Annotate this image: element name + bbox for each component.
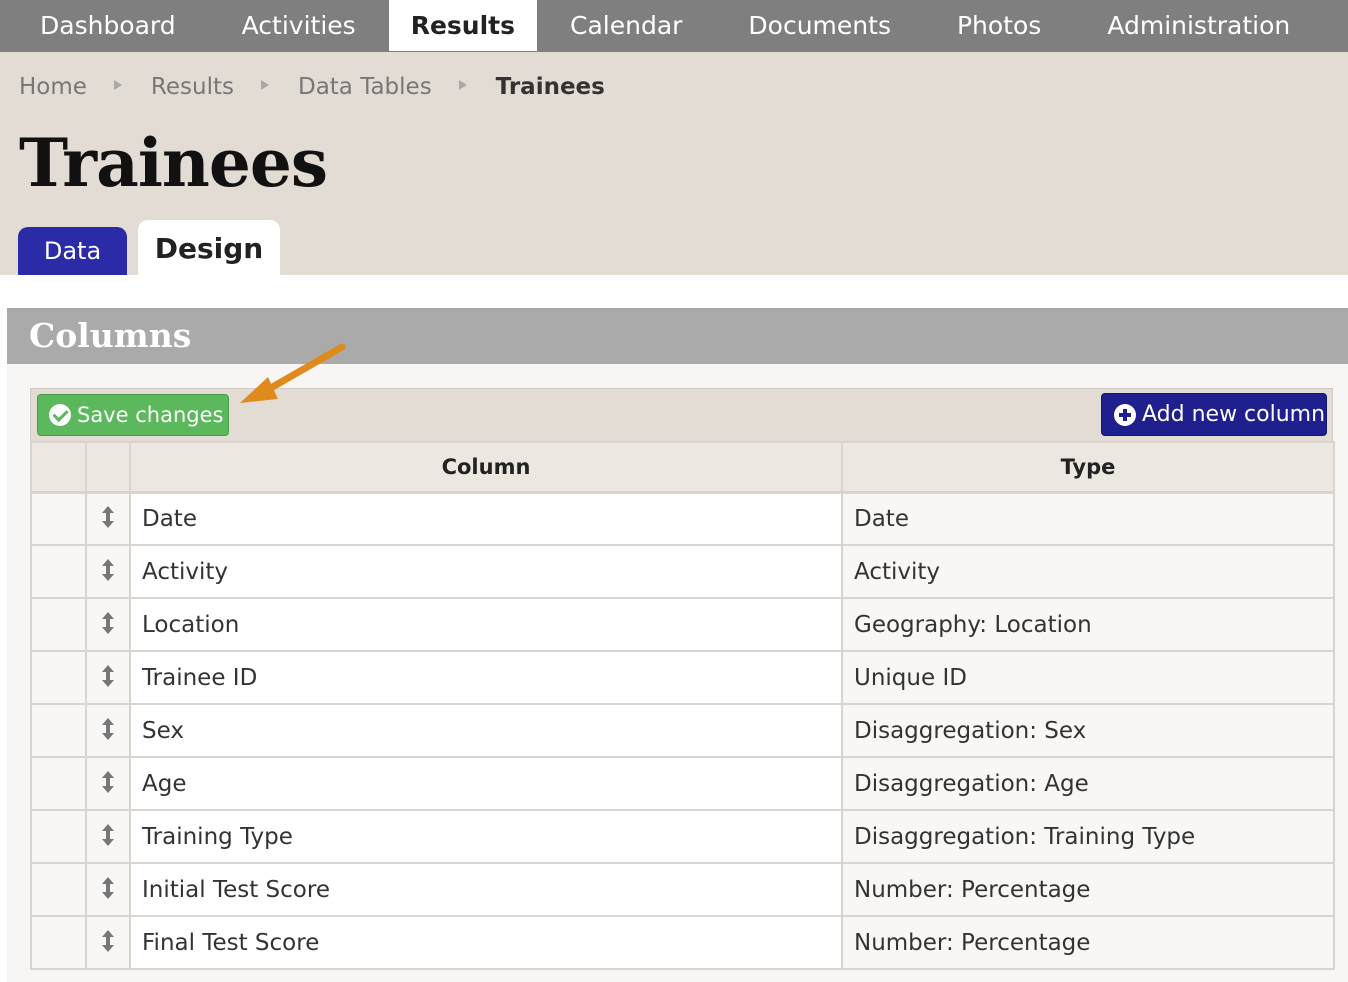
columns-panel: Columns Save changes Add new column Colu… [7,308,1348,982]
row-blank-cell [30,809,87,864]
breadcrumb-home[interactable]: Home [19,74,87,100]
table-row: Initial Test Score Number: Percentage [30,862,1335,917]
columns-table: Column Type Date Date Activity Activity … [30,441,1335,970]
column-type-cell: Unique ID [841,650,1335,705]
drag-handle[interactable] [85,756,131,811]
tab-data[interactable]: Data [18,227,127,275]
column-name-cell[interactable]: Date [129,491,843,546]
nav-item-results[interactable]: Results [388,0,537,51]
row-blank-cell [30,597,87,652]
row-blank-cell [30,544,87,599]
drag-handle-icon [101,559,115,581]
nav-item-activities[interactable]: Activities [209,0,389,52]
drag-handle-icon [101,930,115,952]
column-type-cell: Number: Percentage [841,862,1335,917]
page-title: Trainees [19,124,328,202]
check-circle-icon [49,404,71,426]
drag-handle-icon [101,824,115,846]
column-name-cell[interactable]: Trainee ID [129,650,843,705]
table-row: Age Disaggregation: Age [30,756,1335,811]
row-blank-cell [30,862,87,917]
table-row: Activity Activity [30,544,1335,599]
table-header-row: Column Type [30,441,1335,494]
column-name-cell[interactable]: Training Type [129,809,843,864]
table-row: Final Test Score Number: Percentage [30,915,1335,970]
drag-handle-icon [101,877,115,899]
plus-circle-icon [1114,403,1136,426]
header-column: Column [129,441,843,494]
drag-handle[interactable] [85,597,131,652]
row-blank-cell [30,491,87,546]
column-name-cell[interactable]: Final Test Score [129,915,843,970]
columns-toolbar: Save changes Add new column [30,388,1333,442]
pointer-arrow-icon [240,343,346,403]
column-name-cell[interactable]: Sex [129,703,843,758]
drag-handle[interactable] [85,544,131,599]
drag-handle[interactable] [85,862,131,917]
top-nav: Dashboard Activities Results Calendar Do… [0,0,1348,52]
breadcrumb-separator-icon [458,80,467,90]
drag-handle[interactable] [85,809,131,864]
header-handle [85,441,131,494]
column-type-cell: Date [841,491,1335,546]
column-name-cell[interactable]: Initial Test Score [129,862,843,917]
nav-item-dashboard[interactable]: Dashboard [0,0,209,52]
breadcrumb-separator-icon [113,80,122,90]
table-row: Training Type Disaggregation: Training T… [30,809,1335,864]
column-type-cell: Disaggregation: Age [841,756,1335,811]
row-blank-cell [30,703,87,758]
table-row: Date Date [30,491,1335,546]
nav-item-documents[interactable]: Documents [715,0,924,52]
breadcrumb-separator-icon [260,80,269,90]
add-new-column-button[interactable]: Add new column [1101,393,1327,436]
column-type-cell: Number: Percentage [841,915,1335,970]
drag-handle-icon [101,506,115,529]
breadcrumb-data-tables[interactable]: Data Tables [298,74,432,100]
table-row: Sex Disaggregation: Sex [30,703,1335,758]
column-name-cell[interactable]: Age [129,756,843,811]
save-changes-label: Save changes [77,403,224,427]
drag-handle-icon [101,718,115,740]
columns-panel-header: Columns [7,308,1348,364]
column-type-cell: Disaggregation: Sex [841,703,1335,758]
column-name-cell[interactable]: Activity [129,544,843,599]
breadcrumb-current: Trainees [495,74,605,100]
nav-item-calendar[interactable]: Calendar [537,0,715,52]
save-changes-button[interactable]: Save changes [37,394,229,436]
table-row: Location Geography: Location [30,597,1335,652]
column-type-cell: Geography: Location [841,597,1335,652]
nav-item-administration[interactable]: Administration [1074,0,1323,52]
column-type-cell: Activity [841,544,1335,599]
tab-design[interactable]: Design [138,220,280,275]
add-new-column-label: Add new column [1142,402,1326,427]
row-blank-cell [30,915,87,970]
drag-handle-icon [101,612,115,634]
table-row: Trainee ID Unique ID [30,650,1335,705]
breadcrumb-results[interactable]: Results [151,74,234,100]
drag-handle[interactable] [85,915,131,970]
drag-handle-icon [101,771,115,793]
drag-handle[interactable] [85,703,131,758]
drag-handle[interactable] [85,491,131,546]
header-type: Type [841,441,1335,494]
page-header: Home Results Data Tables Trainees Traine… [0,52,1348,275]
header-blank [30,441,87,494]
breadcrumb: Home Results Data Tables Trainees [19,74,605,100]
column-type-cell: Disaggregation: Training Type [841,809,1335,864]
row-blank-cell [30,756,87,811]
columns-panel-title: Columns [29,316,192,355]
drag-handle-icon [101,665,115,687]
nav-item-photos[interactable]: Photos [924,0,1074,52]
row-blank-cell [30,650,87,705]
drag-handle[interactable] [85,650,131,705]
column-name-cell[interactable]: Location [129,597,843,652]
